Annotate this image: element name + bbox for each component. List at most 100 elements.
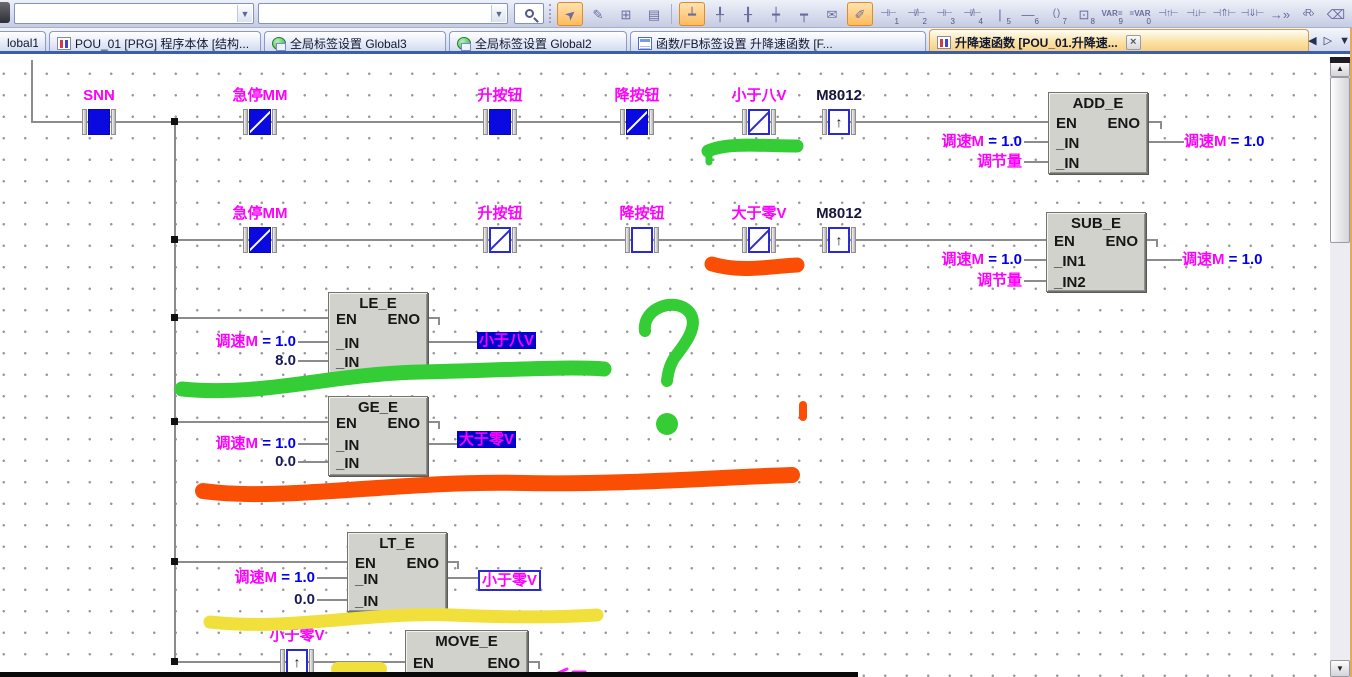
- open-branch-icon-glyph: ⊣⊢: [936, 9, 951, 19]
- insert-row-icon[interactable]: ⊞: [613, 2, 639, 26]
- ladder-canvas[interactable]: SNN急停MM升按钮降按钮小于八V↑M8012急停MM升按钮降按钮大于零V↑M8…: [0, 54, 1352, 677]
- write-mode-icon[interactable]: ✐: [847, 2, 873, 26]
- vertical-line-icon[interactable]: |5: [987, 2, 1013, 26]
- coil-icon[interactable]: ( )7: [1043, 2, 1069, 26]
- contact-edge[interactable]: ↑: [822, 227, 856, 253]
- operand-label[interactable]: 调节量: [977, 272, 1022, 289]
- tab-scroll-right-icon[interactable]: ▷: [1324, 34, 1332, 47]
- delete-cell-icon[interactable]: ┯: [791, 2, 817, 26]
- input-label-icon[interactable]: VAR=9: [1099, 2, 1125, 26]
- wire-segment: [538, 661, 540, 669]
- operand-text: = 1.0: [262, 435, 296, 452]
- contact-no_off[interactable]: [625, 227, 659, 253]
- wire-segment: [1160, 121, 1162, 129]
- contact-label[interactable]: M8012: [816, 206, 862, 222]
- contact-label[interactable]: 升按钮: [477, 88, 522, 104]
- statement-list-icon[interactable]: ▤: [641, 2, 667, 26]
- output-label-icon[interactable]: =VAR0: [1127, 2, 1153, 26]
- return-icon[interactable]: ‹R›: [1295, 2, 1321, 26]
- function-block-ge_e[interactable]: GE_EENENO_IN_IN: [328, 396, 428, 476]
- insert-cell-icon[interactable]: ┿: [763, 2, 789, 26]
- search-button[interactable]: [514, 3, 544, 24]
- tab-close-button[interactable]: ×: [1126, 35, 1141, 50]
- scroll-down-button[interactable]: ▼: [1330, 660, 1350, 677]
- scrollbar-thumb[interactable]: [1330, 77, 1350, 243]
- contact-nc_off[interactable]: [742, 227, 776, 253]
- operand-label[interactable]: 大于零V: [457, 431, 516, 448]
- contact-label[interactable]: 小于零V: [269, 628, 324, 644]
- wire-segment: [175, 239, 1046, 241]
- contact-nc_off[interactable]: [483, 227, 517, 253]
- contact-edge[interactable]: ↑: [822, 109, 856, 135]
- contact-label[interactable]: 降按钮: [619, 206, 664, 222]
- operand-label[interactable]: 调速M = 1.0: [235, 569, 315, 586]
- output-label-icon-number: 0: [1147, 17, 1151, 26]
- contact-label[interactable]: 降按钮: [614, 88, 659, 104]
- wire-segment: [1024, 161, 1048, 163]
- branch-write-icon-glyph: ┷: [688, 8, 696, 21]
- device-search-combo[interactable]: ▼: [14, 3, 254, 24]
- operand-label[interactable]: 调节量: [977, 153, 1022, 170]
- operand-label[interactable]: 调速M = 1.0: [1184, 133, 1264, 150]
- operand-label[interactable]: 调速M = 1.0: [1182, 251, 1262, 268]
- select-cursor-icon[interactable]: ➤: [557, 2, 583, 26]
- operand-label[interactable]: 0.0: [294, 591, 315, 608]
- block-pin-en: EN: [1054, 233, 1075, 250]
- function-block-icon[interactable]: ⊡8: [1071, 2, 1097, 26]
- falling-pulse-contact-icon[interactable]: ⊣↓⊢: [1183, 2, 1209, 26]
- operand-label[interactable]: 调速M = 1.0: [942, 251, 1022, 268]
- rising-pulse-branch-icon[interactable]: ⊣⇑⊢: [1211, 2, 1237, 26]
- block-pin-in: _IN: [355, 571, 378, 588]
- operand-text: = 1.0: [988, 251, 1022, 268]
- falling-pulse-branch-icon[interactable]: ⊣⇓⊢: [1239, 2, 1265, 26]
- find-text-combo[interactable]: ▼: [258, 3, 508, 24]
- operand-label[interactable]: 0.0: [275, 453, 296, 470]
- function-block-move_e[interactable]: MOVE_EENENO: [405, 630, 528, 677]
- operand-label[interactable]: 小于零V: [478, 570, 541, 591]
- insert-rung-icon[interactable]: ╀: [707, 2, 733, 26]
- contact-label[interactable]: M8012: [816, 88, 862, 104]
- open-branch-icon[interactable]: ⊣⊢3: [931, 2, 957, 26]
- function-block-lt_e[interactable]: LT_EENENO_IN_IN: [347, 532, 447, 612]
- operand-label[interactable]: 调速M = 1.0: [942, 133, 1022, 150]
- comment-edit-icon[interactable]: ✉: [819, 2, 845, 26]
- contact-no_on[interactable]: [483, 109, 517, 135]
- open-contact-icon[interactable]: ⊣⊢1: [875, 2, 901, 26]
- function-block-add_e[interactable]: ADD_EENENO_IN_IN: [1048, 92, 1148, 174]
- contact-nc_on[interactable]: [243, 109, 277, 135]
- contact-label[interactable]: 大于零V: [731, 206, 786, 222]
- operand-label[interactable]: 调速M = 1.0: [216, 435, 296, 452]
- operand-label[interactable]: 调速M = 1.0: [216, 333, 296, 350]
- contact-label[interactable]: 小于八V: [731, 88, 786, 104]
- function-block-le_e[interactable]: LE_EENENO_IN_IN: [328, 292, 428, 374]
- vertical-scrollbar[interactable]: ▲ ▼: [1330, 57, 1350, 677]
- contact-nc_on[interactable]: [243, 227, 277, 253]
- pencil-icon[interactable]: ✎: [585, 2, 611, 26]
- branch-write-icon[interactable]: ┷: [679, 2, 705, 26]
- operand-label[interactable]: 小于八V: [477, 332, 536, 349]
- chevron-down-icon[interactable]: ▼: [237, 5, 252, 22]
- closed-branch-icon[interactable]: ⊣/⊢4: [959, 2, 985, 26]
- horizontal-line-icon[interactable]: —6: [1015, 2, 1041, 26]
- chevron-down-icon[interactable]: ▼: [491, 5, 506, 22]
- contact-no_on[interactable]: [82, 109, 116, 135]
- contact-label[interactable]: 升按钮: [477, 206, 522, 222]
- contact-symbol: ↑: [828, 109, 850, 135]
- clipped-toolbar-icon[interactable]: [0, 2, 10, 23]
- function-block-sub_e[interactable]: SUB_EENENO_IN1_IN2: [1046, 212, 1146, 292]
- delete-rung-icon[interactable]: ╂: [735, 2, 761, 26]
- eraser-icon[interactable]: ⌫: [1323, 2, 1349, 26]
- contact-label[interactable]: 急停MM: [233, 206, 288, 222]
- rising-pulse-contact-icon[interactable]: ⊣↑⊢: [1155, 2, 1181, 26]
- tab-list-icon[interactable]: ▼: [1339, 35, 1350, 47]
- tab-scroll-left-icon[interactable]: ◀: [1308, 34, 1316, 47]
- operand-label[interactable]: 8.0: [275, 352, 296, 369]
- closed-contact-icon[interactable]: ⊣/⊢2: [903, 2, 929, 26]
- block-pin-in: _IN: [355, 593, 378, 610]
- jump-icon[interactable]: →»: [1267, 2, 1293, 26]
- contact-label[interactable]: 急停MM: [233, 88, 288, 104]
- contact-nc_off[interactable]: [742, 109, 776, 135]
- contact-nc_on[interactable]: [620, 109, 654, 135]
- block-pin-in: _IN: [336, 437, 359, 454]
- contact-label[interactable]: SNN: [83, 88, 115, 104]
